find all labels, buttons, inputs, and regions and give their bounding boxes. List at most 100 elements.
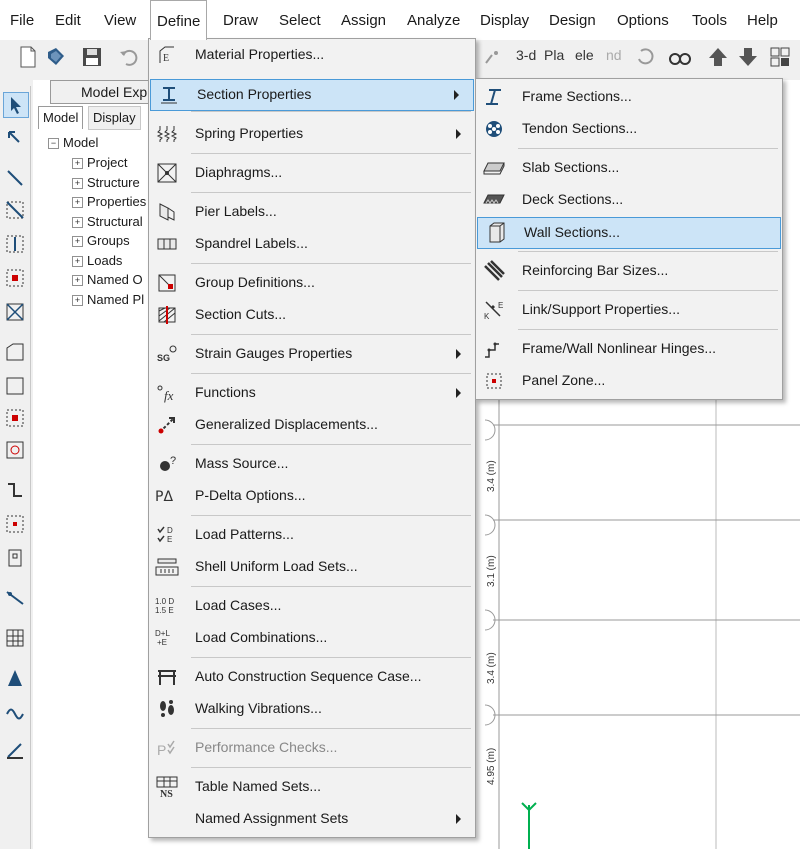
menu-item-panel-zone[interactable]: Panel Zone... bbox=[476, 366, 782, 396]
draw-link-icon[interactable] bbox=[3, 546, 27, 570]
menu-item-nonlinear-hinges[interactable]: Frame/Wall Nonlinear Hinges... bbox=[476, 334, 782, 364]
draw-tendon-icon[interactable] bbox=[3, 586, 27, 610]
menu-tools[interactable]: Tools bbox=[692, 0, 727, 40]
tree-node-structural[interactable]: + Structural bbox=[72, 214, 143, 229]
tree-node-named-output[interactable]: + Named O bbox=[72, 272, 143, 287]
menu-item-walking-vibrations[interactable]: Walking Vibrations... bbox=[149, 694, 475, 724]
tree-node-loads[interactable]: + Loads bbox=[72, 253, 122, 268]
expand-icon[interactable]: + bbox=[72, 158, 83, 170]
menu-assign[interactable]: Assign bbox=[341, 0, 386, 40]
menu-item-named-assignment-sets[interactable]: Named Assignment Sets bbox=[149, 804, 475, 834]
menu-item-pier-labels[interactable]: Pier Labels... bbox=[149, 197, 475, 227]
menu-item-pdelta-options[interactable]: PΔ P-Delta Options... bbox=[149, 481, 475, 511]
menu-item-spandrel-labels[interactable]: Spandrel Labels... bbox=[149, 229, 475, 259]
menu-item-diaphragms[interactable]: Diaphragms... bbox=[149, 158, 475, 188]
menu-file[interactable]: File bbox=[10, 0, 34, 40]
draw-line-icon[interactable] bbox=[3, 166, 27, 190]
menu-item-section-properties[interactable]: Section Properties bbox=[150, 79, 474, 111]
menu-item-load-combinations[interactable]: D+L +E Load Combinations... bbox=[149, 623, 475, 653]
menu-item-section-cuts[interactable]: Section Cuts... bbox=[149, 300, 475, 330]
tab-display[interactable]: Display bbox=[88, 106, 141, 130]
menu-item-load-patterns[interactable]: DE Load Patterns... bbox=[149, 520, 475, 550]
draw-area-icon[interactable] bbox=[3, 406, 27, 430]
menu-options[interactable]: Options bbox=[617, 0, 669, 40]
menu-analyze[interactable]: Analyze bbox=[407, 0, 460, 40]
menu-edit[interactable]: Edit bbox=[55, 0, 81, 40]
spandrel-icon bbox=[155, 232, 179, 256]
menu-item-performance-checks[interactable]: P Performance Checks... bbox=[149, 733, 475, 763]
draw-floor-icon[interactable] bbox=[3, 340, 27, 364]
tree-node-model[interactable]: − Model bbox=[48, 135, 98, 150]
draw-rectangle-icon[interactable] bbox=[3, 374, 27, 398]
draw-developed-elevation-icon[interactable] bbox=[3, 666, 27, 690]
draw-wave-icon[interactable] bbox=[3, 700, 27, 724]
tree-node-structure[interactable]: + Structure bbox=[72, 175, 140, 190]
menu-item-shell-uniform-load-sets[interactable]: Shell Uniform Load Sets... bbox=[149, 552, 475, 582]
menu-item-load-cases[interactable]: 1.0 D 1.5 E Load Cases... bbox=[149, 591, 475, 621]
move-up-icon[interactable] bbox=[706, 44, 730, 70]
menu-design[interactable]: Design bbox=[549, 0, 596, 40]
expand-icon[interactable]: + bbox=[72, 236, 83, 248]
layout-icon[interactable] bbox=[768, 44, 792, 70]
elevation-view-button[interactable]: ele bbox=[575, 47, 594, 63]
new-file-icon[interactable] bbox=[16, 44, 40, 70]
move-down-icon[interactable] bbox=[736, 44, 760, 70]
draw-opening-icon[interactable] bbox=[3, 438, 27, 462]
menu-item-frame-sections[interactable]: Frame Sections... bbox=[476, 82, 782, 112]
expand-icon[interactable]: + bbox=[72, 217, 83, 229]
menu-item-slab-sections[interactable]: Slab Sections... bbox=[476, 153, 782, 183]
save-icon[interactable] bbox=[80, 44, 104, 70]
3d-view-button[interactable]: 3-d bbox=[516, 47, 536, 63]
menu-item-strain-gauges[interactable]: SG Strain Gauges Properties bbox=[149, 339, 475, 369]
menu-item-reinforcing-bar-sizes[interactable]: Reinforcing Bar Sizes... bbox=[476, 256, 782, 286]
draw-brace-icon[interactable] bbox=[3, 198, 27, 222]
tree-node-project[interactable]: + Project bbox=[72, 155, 127, 170]
collapse-icon[interactable]: − bbox=[48, 138, 59, 150]
menu-help[interactable]: Help bbox=[747, 0, 778, 40]
glasses-icon[interactable] bbox=[668, 44, 692, 70]
menu-view[interactable]: View bbox=[104, 0, 136, 40]
strain-gauge-icon: SG bbox=[155, 342, 179, 366]
draw-grid-icon[interactable] bbox=[3, 626, 27, 650]
snap-icon[interactable] bbox=[480, 44, 504, 70]
expand-icon[interactable]: + bbox=[72, 256, 83, 268]
menu-item-table-named-sets[interactable]: NS Table Named Sets... bbox=[149, 772, 475, 802]
open-file-icon[interactable] bbox=[44, 44, 68, 70]
menu-item-tendon-sections[interactable]: Tendon Sections... bbox=[476, 114, 782, 144]
tree-node-groups[interactable]: + Groups bbox=[72, 233, 130, 248]
draw-wall-icon[interactable] bbox=[3, 478, 27, 502]
tab-model[interactable]: Model bbox=[38, 106, 84, 129]
menu-item-link-support-properties[interactable]: EK Link/Support Properties... bbox=[476, 295, 782, 325]
draw-cross-brace-icon[interactable] bbox=[3, 300, 27, 324]
tree-node-named-plots[interactable]: + Named Pl bbox=[72, 292, 144, 307]
menu-select[interactable]: Select bbox=[279, 0, 321, 40]
draw-wall-panel-icon[interactable] bbox=[3, 512, 27, 536]
expand-icon[interactable]: + bbox=[72, 178, 83, 190]
menu-item-material-properties[interactable]: E Material Properties... bbox=[149, 40, 475, 70]
menu-display[interactable]: Display bbox=[480, 0, 529, 40]
tree-node-properties[interactable]: + Properties bbox=[72, 194, 146, 209]
expand-icon[interactable]: + bbox=[72, 197, 83, 209]
menu-item-functions[interactable]: fx Functions bbox=[149, 378, 475, 408]
menu-item-generalized-displacements[interactable]: Generalized Displacements... bbox=[149, 410, 475, 440]
menu-draw[interactable]: Draw bbox=[223, 0, 258, 40]
menu-item-deck-sections[interactable]: Deck Sections... bbox=[476, 185, 782, 215]
deck-icon bbox=[482, 188, 506, 212]
plan-view-button[interactable]: Pla bbox=[544, 47, 564, 63]
menu-define[interactable]: Define bbox=[150, 0, 208, 40]
menu-item-group-definitions[interactable]: Group Definitions... bbox=[149, 268, 475, 298]
menu-item-auto-construction-sequence[interactable]: Auto Construction Sequence Case... bbox=[149, 662, 475, 692]
rotate-icon[interactable] bbox=[633, 44, 657, 70]
expand-icon[interactable]: + bbox=[72, 275, 83, 287]
pointer-icon[interactable] bbox=[3, 92, 29, 118]
menu-item-spring-properties[interactable]: Spring Properties bbox=[149, 119, 475, 149]
nd-view-button[interactable]: nd bbox=[606, 47, 622, 63]
menu-item-wall-sections[interactable]: Wall Sections... bbox=[477, 217, 781, 249]
menu-item-mass-source[interactable]: ? Mass Source... bbox=[149, 449, 475, 479]
draw-beam-icon[interactable] bbox=[3, 266, 27, 290]
draw-dimension-icon[interactable] bbox=[3, 738, 27, 762]
draw-column-icon[interactable] bbox=[3, 232, 27, 256]
expand-icon[interactable]: + bbox=[72, 295, 83, 307]
undo-icon[interactable] bbox=[116, 44, 140, 70]
reshape-icon[interactable] bbox=[3, 126, 27, 150]
